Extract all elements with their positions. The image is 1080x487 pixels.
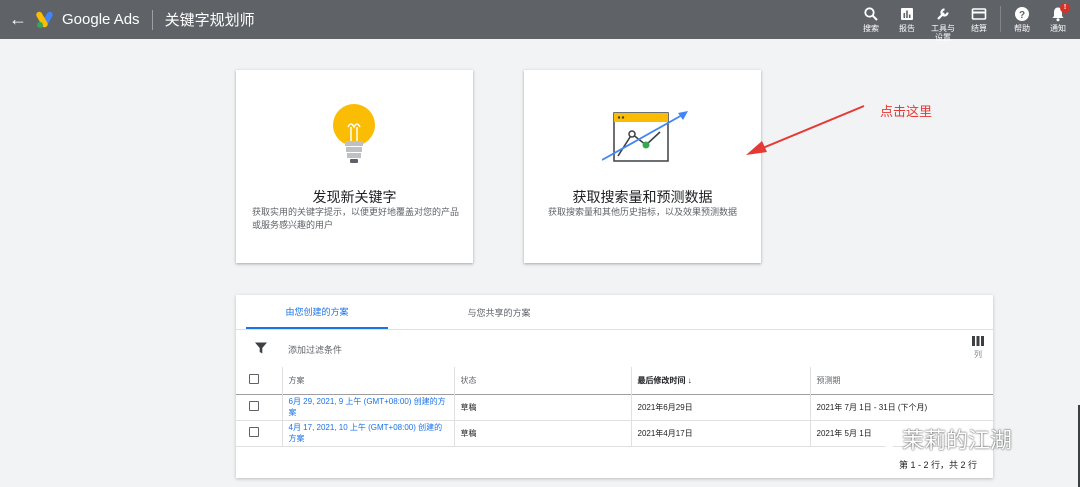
google-ads-logo[interactable]: Google Ads [36, 11, 140, 29]
google-ads-logo-icon [36, 11, 53, 28]
page-title: 关键字规划师 [164, 12, 255, 29]
search-label: 搜索 [863, 24, 879, 33]
plan-status: 草稿 [454, 394, 632, 420]
add-filter-button[interactable]: 添加过滤条件 [288, 343, 342, 356]
discover-keywords-desc: 获取实用的关键字提示，以便更好地覆盖对您的产品或服务感兴趣的用户 [252, 207, 460, 230]
wechat-icon [872, 429, 897, 448]
notifications-label: 通知 [1050, 24, 1066, 33]
search-icon [864, 7, 878, 21]
pagination-text: 第 1 - 2 行，共 2 行 [898, 460, 977, 470]
lightbulb-icon [333, 104, 375, 163]
columns-button[interactable]: 列 [971, 336, 985, 360]
row-checkbox[interactable] [249, 427, 259, 437]
annotation-text: 点击这里 [880, 104, 933, 119]
search-volume-card[interactable]: 获取搜索量和预测数据 获取搜索量和其他历史指标，以及效果预测数据 [524, 70, 761, 263]
plan-status: 草稿 [454, 420, 632, 446]
header-plan[interactable]: 方案 [282, 367, 455, 394]
back-arrow-icon[interactable]: ← [0, 0, 36, 39]
help-button[interactable]: ? 帮助 [1005, 0, 1039, 33]
trend-chart-icon [602, 111, 688, 162]
plan-link[interactable]: 6月 29, 2021, 9 上午 (GMT+08:00) 创建的方案 [282, 394, 455, 420]
discover-keywords-title: 发现新关键字 [312, 189, 397, 205]
toolbar-separator [1000, 6, 1001, 32]
discover-keywords-card[interactable]: 发现新关键字 获取实用的关键字提示，以便更好地覆盖对您的产品或服务感兴趣的用户 [236, 70, 473, 263]
notification-badge: ! [1060, 3, 1070, 13]
header-forecast-period[interactable]: 预测期 [810, 367, 993, 394]
billing-icon [971, 8, 987, 20]
reports-button[interactable]: 报告 [890, 0, 924, 33]
search-volume-desc: 获取搜索量和其他历史指标，以及效果预测数据 [547, 207, 737, 217]
reports-label: 报告 [899, 24, 915, 33]
svg-text:?: ? [1019, 10, 1025, 21]
annotation-arrow [746, 105, 865, 155]
billing-label: 结算 [971, 24, 987, 33]
top-app-bar: ← Google Ads 关键字规划师 搜索 报告 工具与设置 结算 ? 帮助 … [0, 0, 1080, 42]
tools-button[interactable]: 工具与设置 [926, 0, 960, 42]
notifications-button[interactable]: ! 通知 [1041, 0, 1075, 33]
tools-icon [937, 8, 949, 20]
filter-row: 添加过滤条件 列 [236, 330, 993, 367]
plans-tabs: 由您创建的方案 与您共享的方案 [246, 295, 570, 329]
plan-modified: 2021年6月29日 [631, 394, 811, 420]
reports-icon [901, 8, 913, 20]
help-icon: ? [1015, 7, 1029, 21]
help-label: 帮助 [1014, 24, 1030, 33]
tools-label: 工具与设置 [931, 24, 955, 42]
plan-period: 2021年 7月 1日 - 31日 (下个月) [816, 402, 928, 412]
table-row: 6月 29, 2021, 9 上午 (GMT+08:00) 创建的方案 草稿 2… [236, 394, 993, 420]
tab-shared-plans[interactable]: 与您共享的方案 [428, 295, 570, 329]
billing-button[interactable]: 结算 [962, 0, 996, 33]
tab-my-plans[interactable]: 由您创建的方案 [246, 295, 388, 329]
plan-modified: 2021年4月17日 [631, 420, 811, 446]
select-all-checkbox[interactable] [249, 374, 259, 385]
watermark: 茉莉的江湖 [872, 423, 1012, 455]
brand-name: Google Ads [62, 11, 140, 28]
columns-icon [972, 336, 984, 346]
header-last-modified-label: 最后修改时间 [637, 375, 686, 385]
columns-label: 列 [974, 350, 982, 359]
header-status[interactable]: 状态 [454, 367, 632, 394]
row-checkbox[interactable] [249, 401, 259, 411]
table-header-row: 方案 状态 最后修改时间 ↓ 预测期 [236, 367, 993, 394]
header-last-modified[interactable]: 最后修改时间 ↓ [631, 367, 811, 394]
watermark-text: 茉莉的江湖 [902, 429, 1013, 454]
search-volume-title: 获取搜索量和预测数据 [572, 189, 713, 205]
plan-link[interactable]: 4月 17, 2021, 10 上午 (GMT+08:00) 创建的方案 [282, 420, 455, 446]
search-button[interactable]: 搜索 [854, 0, 888, 33]
filter-icon[interactable] [254, 341, 268, 355]
sort-desc-icon: ↓ [687, 375, 692, 385]
title-divider [151, 9, 153, 30]
